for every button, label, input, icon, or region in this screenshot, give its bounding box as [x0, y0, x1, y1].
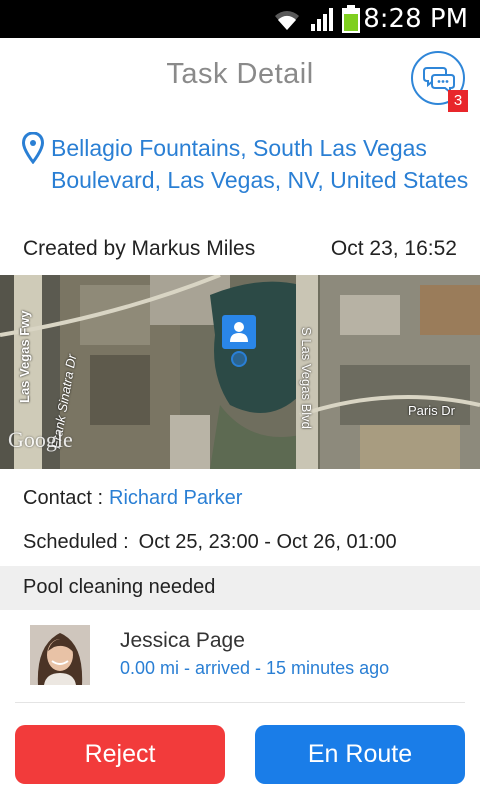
person-icon — [230, 322, 248, 342]
marker-dot — [231, 351, 247, 367]
wifi-icon — [275, 11, 299, 30]
assignee-row[interactable]: Jessica Page 0.00 mi - arrived - 15 minu… — [0, 610, 480, 702]
avatar — [30, 625, 90, 685]
created-date: Oct 23, 16:52 — [330, 237, 457, 260]
user-marker-icon[interactable] — [222, 315, 256, 349]
scheduled-row: Scheduled : Oct 25, 23:00 - Oct 26, 01:00 — [23, 531, 397, 554]
map-street-label: Paris Dr — [408, 403, 455, 418]
map-street-label: Las Vegas Fwy — [17, 310, 32, 404]
en-route-button[interactable]: En Route — [255, 725, 465, 784]
map-brand: Google — [8, 427, 73, 452]
contact-label: Contact : — [23, 487, 104, 509]
contact-name-link[interactable]: Richard Parker — [109, 487, 242, 509]
map-view[interactable]: Las Vegas Fwy Frank Sinatra Dr S Las Veg… — [0, 275, 480, 469]
contact-row: Contact : Richard Parker — [23, 487, 242, 510]
reject-button[interactable]: Reject — [15, 725, 225, 784]
assignee-name: Jessica Page — [120, 629, 245, 652]
status-bar: 8:28 PM — [0, 0, 480, 38]
map-street-label: S Las Vegas Blvd — [299, 327, 314, 429]
page-title: Task Detail — [166, 58, 314, 90]
signal-icon — [311, 8, 333, 31]
scheduled-value: Oct 25, 23:00 - Oct 26, 01:00 — [138, 531, 397, 553]
created-by: Created by Markus Miles — [23, 237, 256, 260]
avatar-photo — [30, 625, 90, 685]
location-pin-icon — [22, 132, 44, 164]
chat-icon — [423, 67, 455, 93]
assignee-eta: 0.00 mi - arrived - 15 minutes ago — [120, 658, 390, 678]
battery-icon — [342, 5, 360, 33]
divider — [15, 702, 465, 703]
task-address[interactable]: Bellagio Fountains, South Las Vegas Boul… — [51, 132, 471, 196]
header: Task Detail 3 — [0, 38, 480, 118]
scheduled-label: Scheduled : — [23, 531, 129, 553]
task-note-text: Pool cleaning needed — [23, 576, 216, 598]
status-time: 8:28 PM — [363, 4, 468, 34]
task-note: Pool cleaning needed — [0, 566, 480, 610]
chat-badge: 3 — [448, 90, 468, 112]
